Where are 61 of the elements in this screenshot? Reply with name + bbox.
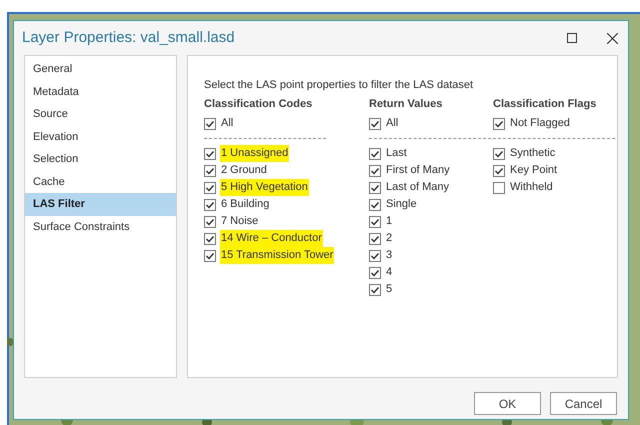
checkbox-label: 14 Wire – Conductor: [220, 230, 323, 247]
sidebar-item[interactable]: Elevation: [25, 126, 176, 148]
checkbox[interactable]: [204, 198, 216, 210]
checkbox-label: 5 High Vegetation: [220, 179, 309, 196]
checkbox[interactable]: [204, 164, 216, 176]
sidebar-item[interactable]: Metadata: [25, 80, 176, 103]
checkbox[interactable]: [369, 250, 381, 262]
sidebar-item[interactable]: Surface Constraints: [25, 216, 176, 238]
checkbox[interactable]: [369, 182, 381, 194]
checkbox[interactable]: [369, 148, 381, 160]
checkbox-label: 1 Unassigned: [220, 145, 290, 162]
checkbox-label: 5: [385, 282, 394, 298]
column-header: Classification Flags: [493, 97, 598, 112]
checkbox-label: Not Flagged: [509, 116, 571, 132]
sidebar-item[interactable]: Selection: [25, 148, 176, 170]
checkbox[interactable]: [369, 118, 381, 130]
checkbox[interactable]: [493, 164, 505, 176]
sidebar-item[interactable]: General: [25, 58, 176, 80]
checkbox-label: 6 Building: [220, 197, 270, 212]
checkbox[interactable]: [204, 232, 216, 244]
dialog-button[interactable]: OK: [474, 392, 541, 415]
checkbox-label: Withheld: [509, 180, 554, 196]
checkbox[interactable]: [493, 148, 505, 160]
checkbox[interactable]: [369, 232, 381, 244]
checkbox[interactable]: [369, 216, 381, 228]
checkbox-label: 2 Ground: [220, 163, 268, 178]
checkbox[interactable]: [204, 216, 216, 228]
checkbox-label: 3: [385, 248, 394, 264]
maximize-icon[interactable]: [567, 33, 577, 43]
checkbox[interactable]: [493, 118, 505, 130]
checkbox-label: Synthetic: [509, 146, 556, 162]
checkbox-label: First of Many: [385, 163, 451, 178]
checkbox-label: All: [220, 116, 234, 132]
checkbox[interactable]: [369, 284, 381, 296]
close-icon[interactable]: [607, 32, 618, 44]
checkbox-label: 2: [385, 231, 394, 246]
checkbox-label: 15 Transmission Tower: [220, 247, 334, 264]
checkbox[interactable]: [369, 164, 381, 176]
checkbox[interactable]: [204, 250, 216, 262]
column-header: Return Values: [369, 97, 444, 112]
checkbox-label: All: [385, 116, 400, 132]
checkbox-label: 1: [385, 214, 394, 230]
column-header: Classification Codes: [204, 97, 314, 112]
checkbox[interactable]: [204, 118, 216, 130]
checkbox-label: Last: [385, 146, 408, 162]
sidebar-item[interactable]: Source: [25, 103, 176, 126]
checkbox-label: Single: [385, 197, 418, 212]
sidebar-item[interactable]: LAS Filter: [25, 193, 176, 216]
checkbox-label: Key Point: [509, 163, 558, 178]
checkbox-label: 4: [385, 265, 394, 280]
instruction-text: Select the LAS point properties to filter the LAS dataset: [204, 78, 474, 93]
dialog-button[interactable]: Cancel: [550, 392, 617, 415]
sidebar-item[interactable]: Cache: [25, 170, 176, 193]
checkbox[interactable]: [204, 182, 216, 194]
checkbox-label: 7 Noise: [220, 214, 260, 230]
checkbox[interactable]: [369, 266, 381, 278]
checkbox[interactable]: [493, 182, 505, 194]
checkbox-label: Last of Many: [385, 180, 450, 196]
window-title: Layer Properties: val_small.lasd: [22, 28, 235, 48]
checkbox[interactable]: [204, 148, 216, 160]
checkbox[interactable]: [369, 198, 381, 210]
